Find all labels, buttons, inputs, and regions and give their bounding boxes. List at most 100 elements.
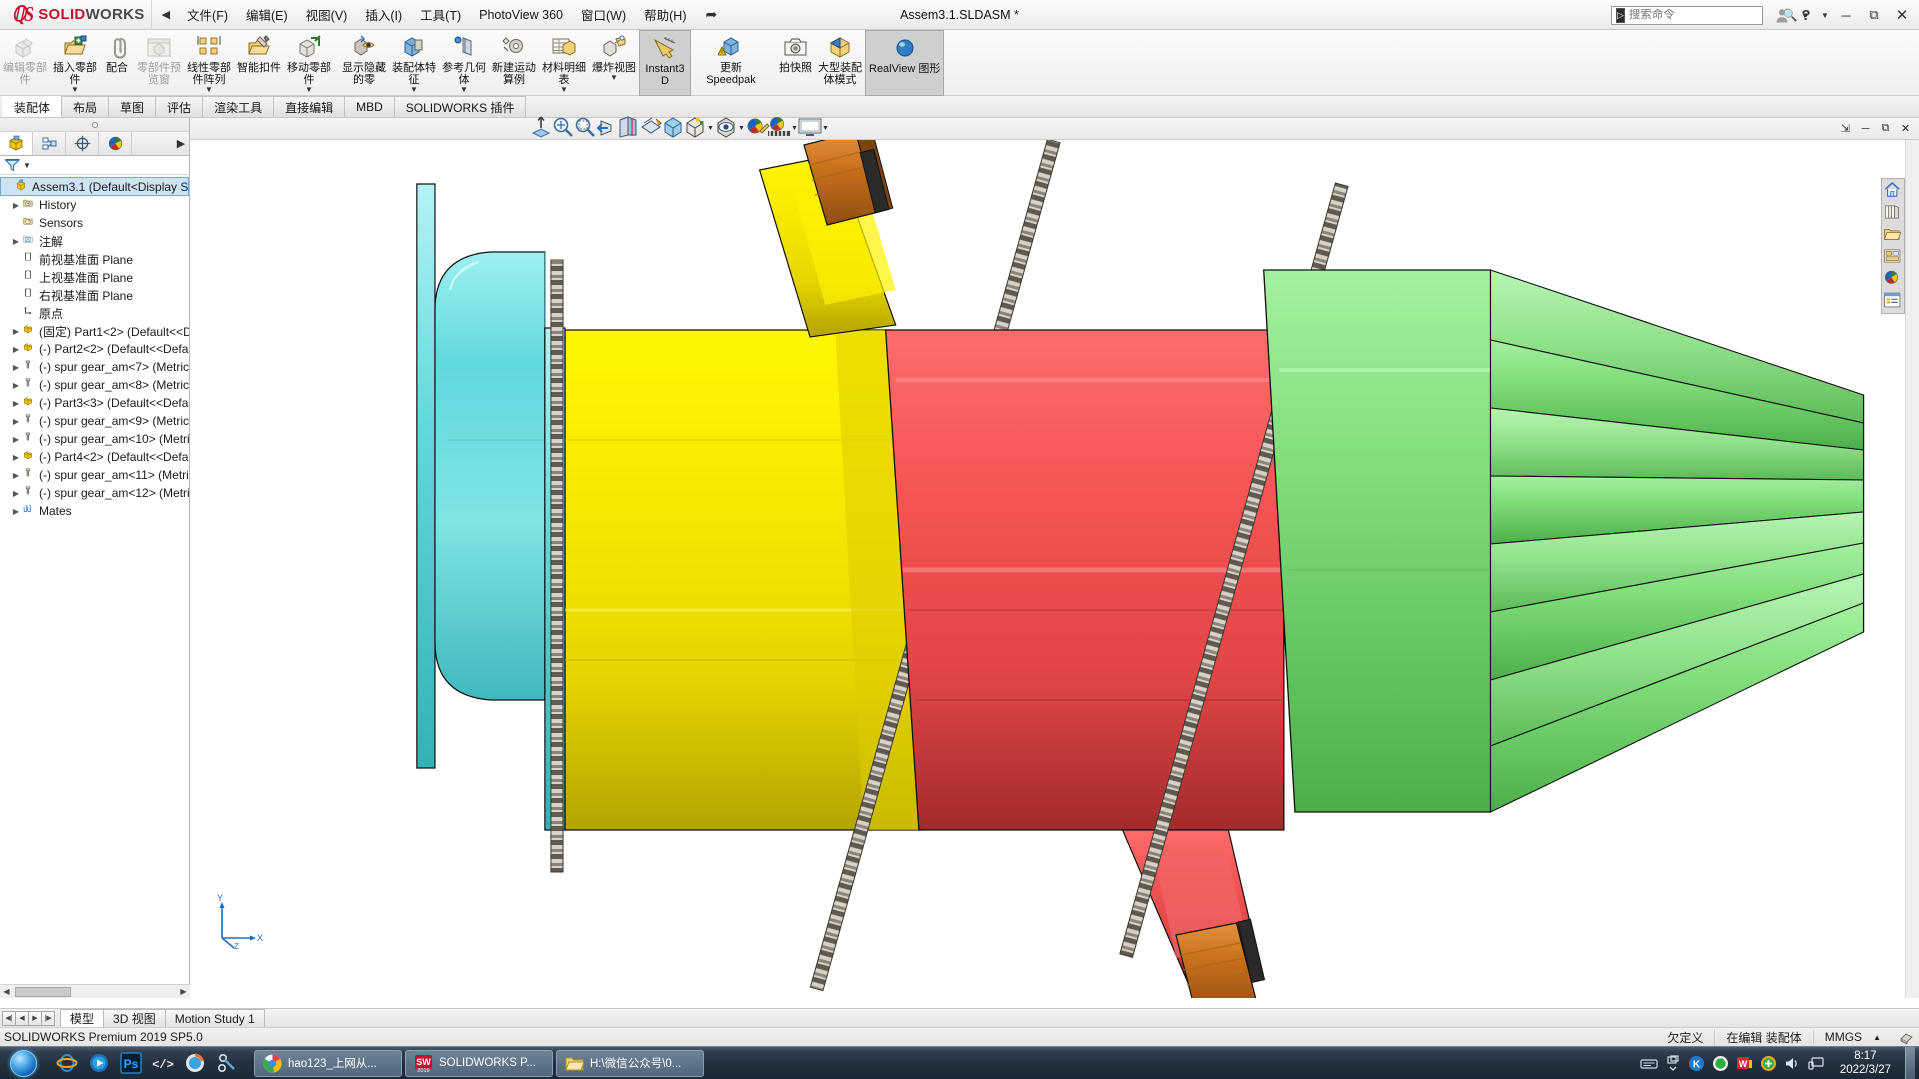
ribbon-reference-geometry[interactable]: 参考几何体 ▼ [439,30,489,96]
tree-expand-icon[interactable]: ▶ [10,327,22,336]
tree-item-part2[interactable]: ▶ (-) Part2<2> (Default<<Defaul [0,340,189,358]
panel-horizontal-scrollbar[interactable]: ◀ ▶ [0,984,190,998]
quicklaunch-firefox[interactable] [180,1049,210,1078]
ribbon-assembly-feature[interactable]: 装配体特征 ▼ [389,30,439,96]
task-pane-design-library[interactable] [1882,202,1904,224]
taskbar-item-hao123[interactable]: hao123_上网从... [254,1049,402,1077]
part-cyan-drum[interactable] [416,183,546,769]
gfx-restore-all-button[interactable]: ⇲ [1836,120,1855,138]
view-zoom-to-area[interactable] [574,117,596,139]
view-zoom-in-out[interactable] [552,117,574,139]
ribbon-reference-geometry-dropdown-icon[interactable]: ▼ [460,86,468,94]
view-apply-scene[interactable] [768,117,790,139]
task-pane-view-palette[interactable] [1882,246,1904,268]
quicklaunch-tool[interactable] [212,1049,242,1078]
ribbon-show-hidden[interactable]: 显示隐藏的零 [339,30,389,96]
tab-evaluate[interactable]: 评估 [155,96,204,117]
ribbon-linear-pattern-dropdown-icon[interactable]: ▼ [205,86,213,94]
minimize-button[interactable]: ─ [1833,2,1859,28]
tab-nav-next-icon[interactable]: ▶ [28,1010,42,1026]
quicklaunch-media-player[interactable] [84,1049,114,1078]
view-settings[interactable] [798,118,822,139]
menu-view[interactable]: 视图(V) [297,1,357,28]
tree-item-part1[interactable]: ▶ (固定) Part1<2> (Default<<Def [0,322,189,340]
panel-tab-feature-manager[interactable] [0,132,33,155]
tree-expand-icon[interactable]: ▶ [10,417,22,426]
tab-layout[interactable]: 布局 [61,96,110,117]
status-edit-mode-icon[interactable] [1893,1031,1919,1044]
tree-expand-icon[interactable]: ▶ [10,201,22,210]
ribbon-linear-pattern[interactable]: 线性零部件阵列 ▼ [184,30,234,96]
tray-green-circle-icon[interactable] [1712,1054,1730,1072]
tree-item-spur-gear-10[interactable]: ▶ (-) spur gear_am<10> (Metric [0,430,189,448]
task-pane-file-explorer[interactable] [1882,224,1904,246]
gfx-minimize-button[interactable]: ─ [1856,120,1875,138]
tree-item-spur-gear-8[interactable]: ▶ (-) spur gear_am<8> (Metric - [0,376,189,394]
pin-icon[interactable]: ➦ [705,6,717,23]
ribbon-realview[interactable]: RealView 图形 [865,30,945,96]
menu-insert[interactable]: 插入(I) [356,1,411,28]
tree-item-annotations[interactable]: ▶ A 注解 [0,232,189,250]
search-command-box[interactable]: ▷ 🔍 ▼ [1611,5,1809,25]
status-units-dropdown-icon[interactable]: ▲ [1873,1033,1887,1042]
tab-nav-prev-icon[interactable]: ◀ [15,1010,29,1026]
tray-show-hidden-icon[interactable] [1664,1054,1682,1072]
tab-render-tools[interactable]: 渲染工具 [202,96,275,117]
taskbar-item-folder[interactable]: H:\微信公众号\0... [556,1049,704,1077]
graphics-area[interactable]: Y X Z [190,140,1919,998]
ribbon-mate[interactable]: 配合 [100,30,134,96]
menu-file[interactable]: 文件(F) [178,1,237,28]
quicklaunch-code-editor[interactable]: </> [148,1049,178,1078]
ribbon-new-motion-study[interactable]: 新建运动算例 [489,30,539,96]
model-3d-view[interactable] [190,140,1919,998]
ribbon-insert-component[interactable]: 插入零部件 ▼ [50,30,100,96]
panel-tab-display-manager[interactable] [99,132,132,155]
gfx-restore-button[interactable]: ⧉ [1876,120,1895,138]
tree-filter-bar[interactable]: ▼ [0,156,189,175]
user-account-icon[interactable] [1771,4,1793,26]
view-display-style-cube[interactable] [662,117,684,139]
gfx-close-button[interactable]: ✕ [1896,120,1915,138]
help-question-icon[interactable]: ? [1795,4,1817,26]
panel-tab-property-manager[interactable] [33,132,66,155]
tree-item-sensors[interactable]: Sensors [0,214,189,232]
panel-pin-bar[interactable] [0,118,189,132]
view-display-style[interactable] [684,117,706,139]
tree-expand-icon[interactable]: ▶ [10,507,22,516]
ribbon-insert-component-dropdown-icon[interactable]: ▼ [71,86,79,94]
tree-expand-icon[interactable]: ▶ [10,345,22,354]
tree-expand-icon[interactable]: ▶ [10,399,22,408]
tree-expand-icon[interactable]: ▶ [10,363,22,372]
bottom-tab-3dviews[interactable]: 3D 视图 [103,1009,166,1027]
menu-tools[interactable]: 工具(T) [411,1,470,28]
taskbar-clock[interactable]: 8:17 2022/3/27 [1832,1049,1899,1077]
tray-volume-icon[interactable] [1784,1054,1802,1072]
ribbon-large-assembly[interactable]: 大型装配体模式 [815,30,865,96]
tab-direct-edit[interactable]: 直接编辑 [273,96,346,117]
tree-item-assem31[interactable]: Assem3.1 (Default<Display State- [0,177,189,196]
ribbon-update-speedpak[interactable]: ! 更新 Speedpak [691,30,771,96]
part-yellow-cone[interactable] [564,329,922,831]
tree-expand-icon[interactable]: ▶ [10,471,22,480]
graphics-vertical-scrollbar[interactable] [1905,140,1919,998]
tab-mbd[interactable]: MBD [344,96,395,117]
tab-nav-last-icon[interactable]: |▶ [41,1010,55,1026]
filter-dropdown-icon[interactable]: ▼ [23,161,31,170]
tree-expand-icon[interactable]: ▶ [10,453,22,462]
ribbon-move-component[interactable]: 移动零部件 ▼ [284,30,334,96]
tray-plus-circle-icon[interactable] [1760,1054,1778,1072]
bottom-tab-motion-study-1[interactable]: Motion Study 1 [164,1009,265,1027]
scroll-right-icon[interactable]: ▶ [177,987,190,996]
tray-kingsoft-icon[interactable]: K [1688,1054,1706,1072]
ribbon-smart-fastener[interactable]: 智能扣件 [234,30,284,96]
tab-assembly[interactable]: 装配体 [2,96,63,117]
bottom-tab-model[interactable]: 模型 [60,1009,105,1027]
tree-item-origin[interactable]: 原点 [0,304,189,322]
ribbon-exploded-view[interactable]: 爆炸视图 ▼ [589,30,639,96]
tray-network-icon[interactable] [1808,1054,1826,1072]
view-orientation[interactable] [640,117,662,139]
view-zoom-to-fit[interactable] [530,116,552,139]
tree-item-history[interactable]: ▶ History [0,196,189,214]
gear-ring-1[interactable] [550,259,564,873]
view-previous-view[interactable] [596,119,618,139]
